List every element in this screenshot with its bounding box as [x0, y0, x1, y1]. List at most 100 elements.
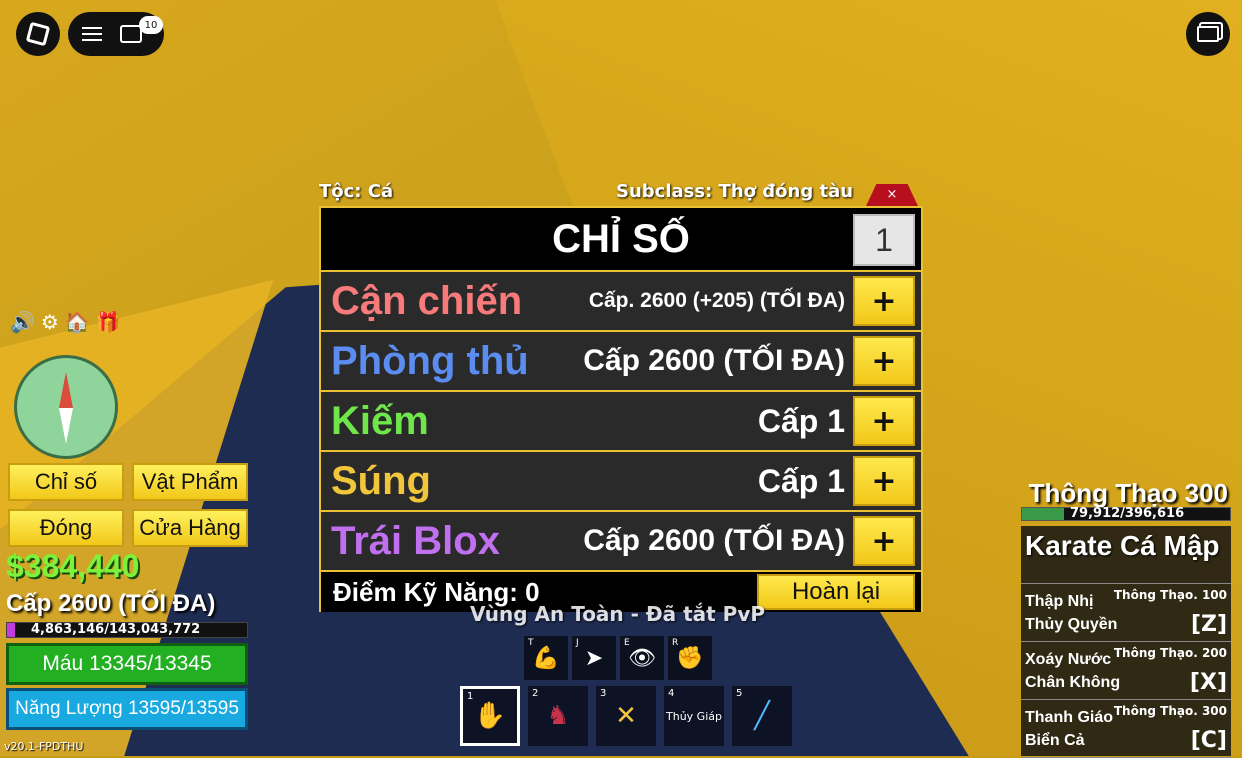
hotbar-slot-5[interactable]: 5 ╱: [732, 686, 792, 746]
add-sword-button[interactable]: +: [853, 396, 915, 446]
move-name-line1: Xoáy Nước: [1025, 651, 1112, 668]
subclass-label: Subclass: Thợ đóng tàu: [616, 181, 854, 202]
stats-header: CHỈ SỐ 1: [321, 208, 921, 272]
add-gun-button[interactable]: +: [853, 456, 915, 506]
move-name: Thập Nhị Thủy Quyền: [1025, 590, 1117, 636]
shop-button[interactable]: Cửa Hàng: [132, 509, 248, 547]
slot-number: 5: [736, 688, 743, 699]
move-c: Thanh Giáo Biển Cả Thông Thạo. 300 [C]: [1021, 700, 1231, 758]
character-icon: ♞: [546, 701, 570, 731]
key-label: E: [624, 638, 630, 648]
move-key: [Z]: [1190, 612, 1227, 637]
key-label: R: [672, 638, 679, 648]
stat-level: Cấp 1: [757, 402, 845, 439]
move-name-line2: Biển Cả: [1025, 732, 1085, 749]
gift-icon[interactable]: 🎁: [96, 310, 121, 334]
move-z: Thập Nhị Thủy Quyền Thông Thạo. 100 [Z]: [1021, 584, 1231, 642]
skill-bar: T 💪 J ➤ E 👁 R ✊: [524, 636, 712, 680]
move-requirement: Thông Thạo. 100: [1113, 588, 1227, 602]
muscle-icon: 💪: [532, 645, 560, 671]
slot-label: Thủy Giáp: [666, 709, 722, 723]
stat-name: Trái Blox: [331, 518, 500, 563]
move-requirement: Thông Thạo. 200: [1113, 646, 1227, 660]
crossed-swords-icon: ✕: [615, 701, 637, 731]
key-label: T: [528, 638, 534, 648]
stat-name: Kiếm: [331, 398, 429, 443]
increment-input[interactable]: 1: [853, 214, 915, 266]
xp-fill: [7, 623, 16, 637]
key-label: J: [576, 638, 579, 648]
slot-number: 1: [467, 691, 474, 702]
reset-button[interactable]: Hoàn lại: [757, 574, 915, 610]
inventory-button[interactable]: Vật Phẩm: [132, 463, 248, 501]
stat-row-sword: Kiếm Cấp 1 +: [321, 392, 921, 452]
mastery-value: 79,912/396,616: [1070, 506, 1185, 521]
stats-panel: CHỈ SỐ 1 Cận chiến Cấp. 2600 (+205) (TỐI…: [319, 206, 923, 612]
move-name-line2: Thủy Quyền: [1025, 616, 1118, 633]
gun-icon: ╱: [754, 701, 770, 731]
roblox-logo-icon: [25, 21, 51, 47]
fist-fire-icon: ✊: [676, 645, 704, 671]
move-x: Xoáy Nước Chân Không Thông Thạo. 200 [X]: [1021, 642, 1231, 700]
mastery-bar: 79,912/396,616: [1021, 506, 1231, 521]
roblox-menu-button[interactable]: [16, 12, 60, 56]
stats-title: CHỈ SỐ: [552, 216, 690, 261]
stat-row-gun: Súng Cấp 1 +: [321, 452, 921, 512]
stats-button[interactable]: Chỉ số: [8, 463, 124, 501]
race-label: Tộc: Cá: [319, 181, 394, 202]
hotbar-slot-2[interactable]: 2 ♞: [528, 686, 588, 746]
stat-row-fruit: Trái Blox Cấp 2600 (TỐI ĐA) +: [321, 512, 921, 572]
dash-icon: ➤: [584, 645, 604, 671]
version-label: v20.1-FPDTHU: [4, 740, 84, 753]
zone-status: Vùng An Toàn - Đã tắt PvP: [470, 602, 766, 626]
windows-button[interactable]: [1186, 12, 1230, 56]
move-name: Xoáy Nước Chân Không: [1025, 648, 1120, 694]
stat-level: Cấp 1: [757, 462, 845, 499]
speaker-icon[interactable]: 🔊: [10, 310, 35, 334]
health-bar: Máu 13345/13345: [6, 643, 248, 685]
add-defense-button[interactable]: +: [853, 336, 915, 386]
move-key: [C]: [1190, 728, 1227, 753]
xp-bar: 4,863,146/143,043,772: [6, 622, 248, 638]
move-name-line1: Thập Nhị: [1025, 593, 1094, 610]
move-name: Thanh Giáo Biển Cả: [1025, 706, 1113, 752]
stat-name: Phòng thủ: [331, 338, 529, 383]
stat-level: Cấp 2600 (TỐI ĐA): [583, 344, 845, 377]
hotbar-slot-3[interactable]: 3 ✕: [596, 686, 656, 746]
crew-button[interactable]: Đóng: [8, 509, 124, 547]
move-name-line2: Chân Không: [1025, 674, 1121, 691]
skill-slot-e[interactable]: E 👁: [620, 636, 664, 680]
stat-level: Cấp 2600 (TỐI ĐA): [583, 524, 845, 557]
add-melee-button[interactable]: +: [853, 276, 915, 326]
move-requirement: Thông Thạo. 300: [1113, 704, 1227, 718]
hotbar-slot-1[interactable]: 1 ✋: [460, 686, 520, 746]
money-display: $384,440: [6, 548, 140, 584]
style-name: Karate Cá Mập: [1021, 526, 1231, 584]
move-name-line1: Thanh Giáo: [1025, 709, 1113, 726]
hamburger-icon[interactable]: [82, 27, 102, 41]
compass-needle-icon: [59, 372, 73, 444]
shark-fist-icon: ✋: [473, 701, 507, 731]
skill-slot-t[interactable]: T 💪: [524, 636, 568, 680]
hotbar-slot-4[interactable]: 4 Thủy Giáp: [664, 686, 724, 746]
xp-text: 4,863,146/143,043,772: [31, 622, 201, 637]
player-level: Cấp 2600 (TỐI ĐA): [6, 590, 216, 617]
slot-number: 4: [668, 688, 675, 699]
add-fruit-button[interactable]: +: [853, 516, 915, 566]
stat-row-melee: Cận chiến Cấp. 2600 (+205) (TỐI ĐA) +: [321, 272, 921, 332]
slot-number: 3: [600, 688, 607, 699]
stat-name: Cận chiến: [331, 278, 523, 323]
mastery-fill: [1022, 508, 1064, 520]
compass: [14, 355, 118, 459]
windows-icon: [1197, 26, 1219, 42]
stat-level: Cấp. 2600 (+205) (TỐI ĐA): [588, 289, 845, 312]
settings-row: 🔊 ⚙ 🏠 🎁: [10, 310, 121, 334]
gear-icon[interactable]: ⚙: [41, 310, 59, 334]
skill-slot-r[interactable]: R ✊: [668, 636, 712, 680]
home-icon[interactable]: 🏠: [65, 310, 90, 334]
slot-number: 2: [532, 688, 539, 699]
stat-row-defense: Phòng thủ Cấp 2600 (TỐI ĐA) +: [321, 332, 921, 392]
skill-slot-j[interactable]: J ➤: [572, 636, 616, 680]
chat-badge: 10: [139, 16, 163, 34]
fighting-style-panel: Karate Cá Mập Thập Nhị Thủy Quyền Thông T…: [1021, 526, 1231, 758]
